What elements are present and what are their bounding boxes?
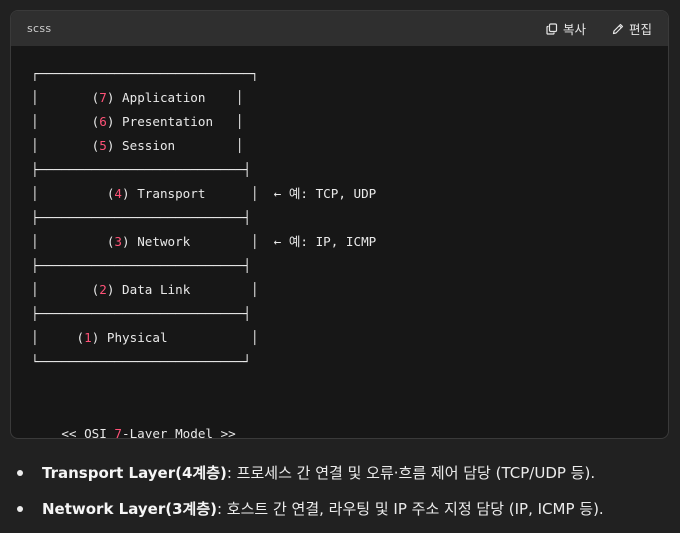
code-language-label: scss [27, 22, 52, 35]
pencil-icon [612, 23, 624, 35]
code-text-token: Data Link │ [114, 282, 259, 297]
copy-icon [546, 22, 558, 35]
code-text-token: Transport │ ← 예: TCP, UDP [129, 186, 377, 201]
code-text-token: Network │ ← 예: IP, ICMP [129, 234, 377, 249]
osi-diagram-code: ┌────────────────────────────┐ │ (7) App… [31, 62, 377, 439]
edit-label: 편집 [628, 22, 652, 37]
list-item-title: Transport Layer(4계층) [42, 464, 227, 482]
list-item-text: : 프로세스 간 연결 및 오류·흐름 제어 담당 (TCP/UDP 등). [226, 464, 596, 482]
code-text-token: │ [31, 114, 92, 129]
code-number-token: 5 [99, 138, 107, 153]
code-text-token: -Layer Model >> [122, 426, 236, 439]
code-text-token: ├───────────────────────────┤ [31, 306, 251, 321]
bullet-dot [17, 506, 23, 512]
code-text-token: ├───────────────────────────┤ [31, 162, 251, 177]
code-text-token: │ [31, 234, 107, 249]
code-block: scss 복사 편집 ┌────────────────────────────… [10, 10, 669, 439]
code-text-token: Presentation │ [114, 114, 244, 129]
bullet-dot [17, 470, 23, 476]
code-number-token: 1 [84, 330, 92, 345]
code-text-token: │ [31, 186, 107, 201]
code-number-token: 7 [99, 90, 107, 105]
code-text-token: Application │ [114, 90, 244, 105]
code-text-token: ) [122, 186, 130, 201]
code-number-token: 2 [99, 282, 107, 297]
code-text-token: Session │ [114, 138, 244, 153]
edit-button[interactable]: 편집 [612, 19, 652, 38]
code-text-token: │ [31, 90, 92, 105]
code-text-token: Physical │ [99, 330, 259, 345]
code-text-token: ┌────────────────────────────┐ [31, 66, 259, 81]
code-text-token: ( [76, 330, 85, 345]
code-actions: 복사 편집 [546, 19, 652, 38]
code-number-token: 3 [114, 234, 123, 249]
code-number-token: 6 [99, 114, 107, 129]
list-item-title: Network Layer(3계층) [42, 500, 217, 518]
code-text-token: │ [31, 330, 77, 345]
code-text-token: << OSI [31, 426, 115, 439]
list-item: Transport Layer(4계층): 프로세스 간 연결 및 오류·흐름 … [17, 456, 667, 492]
code-body: ┌────────────────────────────┐ │ (7) App… [11, 46, 668, 438]
code-text-token: ├───────────────────────────┤ [31, 258, 251, 273]
code-text-token: │ [31, 282, 92, 297]
code-text-token: ├───────────────────────────┤ [31, 210, 251, 225]
code-text-token: ) [122, 234, 130, 249]
code-text-token: │ [31, 138, 92, 153]
bullet-list: Transport Layer(4계층): 프로세스 간 연결 및 오류·흐름 … [17, 456, 667, 528]
code-block-header: scss 복사 편집 [11, 11, 668, 46]
code-number-token: 7 [114, 426, 122, 439]
code-number-token: 4 [114, 186, 123, 201]
list-item: Network Layer(3계층): 호스트 간 연결, 라우팅 및 IP 주… [17, 492, 667, 528]
copy-label: 복사 [562, 22, 586, 37]
copy-button[interactable]: 복사 [546, 19, 586, 38]
code-text-token: └───────────────────────────┘ [31, 354, 251, 369]
list-item-text: : 호스트 간 연결, 라우팅 및 IP 주소 지정 담당 (IP, ICMP … [216, 500, 604, 518]
